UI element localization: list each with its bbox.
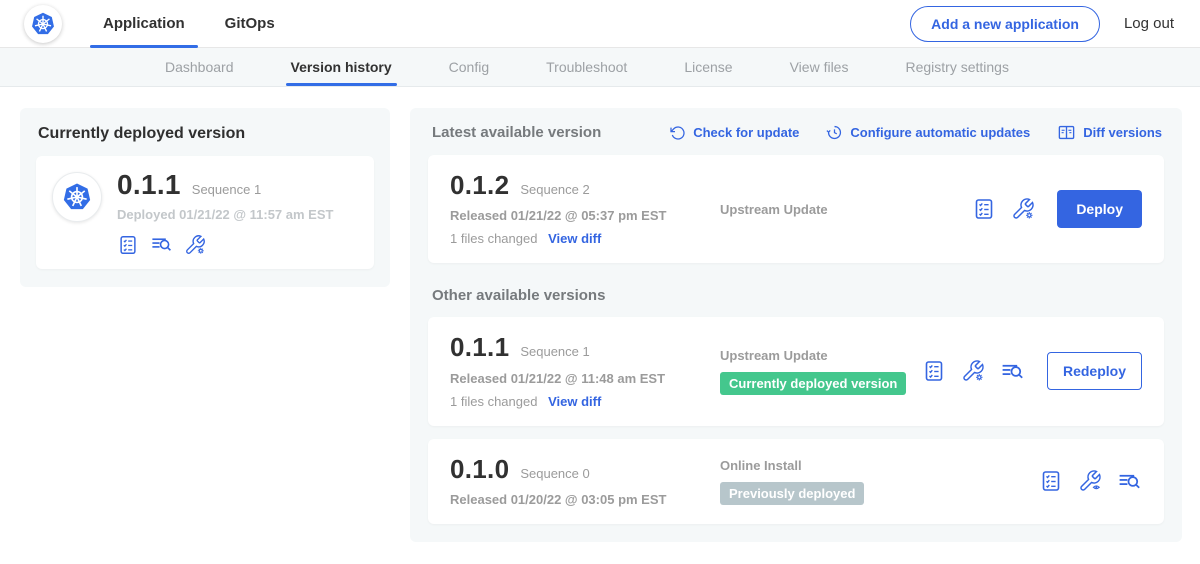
version-card-0-1-0: 0.1.0 Sequence 0 Released 01/20/22 @ 03:… [428, 439, 1164, 524]
deployed-version-info: 0.1.1 Sequence 1 Deployed 01/21/22 @ 11:… [117, 170, 333, 256]
preflight-checklist-icon[interactable] [922, 359, 946, 383]
deploy-button[interactable]: Deploy [1057, 190, 1142, 228]
main-content: Currently deployed version 0.1.1 Sequenc… [0, 87, 1200, 542]
previously-deployed-badge: Previously deployed [720, 482, 864, 505]
tab-gitops[interactable]: GitOps [212, 0, 288, 48]
version-number: 0.1.2 [450, 172, 509, 199]
schedule-update-icon [826, 124, 843, 141]
subnav: Dashboard Version history Config Trouble… [0, 48, 1200, 87]
subnav-item-view-files[interactable]: View files [790, 48, 849, 86]
tab-application-label: Application [103, 15, 185, 32]
view-config-icon[interactable] [1078, 469, 1102, 493]
version-actions: Deploy [972, 190, 1142, 228]
other-versions-title: Other available versions [432, 287, 1162, 304]
check-for-update-link[interactable]: Check for update [670, 125, 799, 141]
version-source: Upstream Update Currently deployed versi… [698, 348, 922, 395]
configure-automatic-updates-label: Configure automatic updates [850, 125, 1030, 140]
subnav-item-registry-settings[interactable]: Registry settings [905, 48, 1008, 86]
released-date: Released 01/21/22 @ 05:37 pm EST [450, 208, 698, 223]
kubernetes-logo [24, 5, 62, 43]
subnav-item-license[interactable]: License [684, 48, 732, 86]
deployed-date: Deployed 01/21/22 @ 11:57 am EST [117, 207, 333, 222]
version-history-panel: Latest available version Check for updat… [410, 108, 1182, 542]
app-icon [52, 172, 102, 222]
deployed-panel-title: Currently deployed version [38, 125, 374, 143]
version-info: 0.1.1 Sequence 1 Released 01/21/22 @ 11:… [450, 334, 698, 408]
check-for-update-label: Check for update [693, 125, 799, 140]
deploy-logs-icon[interactable] [1000, 359, 1025, 384]
latest-version-title: Latest available version [432, 124, 601, 141]
deployed-actions [117, 233, 333, 256]
source-label: Upstream Update [720, 202, 972, 217]
edit-config-icon[interactable] [961, 359, 985, 383]
preflight-checklist-icon[interactable] [972, 197, 996, 221]
app-tabs: Application GitOps [90, 0, 288, 48]
version-source: Upstream Update [698, 202, 972, 217]
subnav-item-config[interactable]: Config [449, 48, 489, 86]
version-info: 0.1.0 Sequence 0 Released 01/20/22 @ 03:… [450, 456, 698, 507]
view-diff-link[interactable]: View diff [548, 394, 601, 409]
diff-versions-link[interactable]: Diff versions [1057, 123, 1162, 142]
view-diff-link[interactable]: View diff [548, 231, 601, 246]
released-date: Released 01/21/22 @ 11:48 am EST [450, 371, 698, 386]
source-label: Upstream Update [720, 348, 922, 363]
currently-deployed-panel: Currently deployed version 0.1.1 Sequenc… [20, 108, 390, 287]
topbar-right: Add a new application Log out [910, 6, 1174, 42]
deployed-version-number: 0.1.1 [117, 170, 181, 199]
tab-application[interactable]: Application [90, 0, 198, 48]
panel-actions: Check for update Configure automatic upd… [670, 123, 1162, 142]
version-number: 0.1.0 [450, 456, 509, 483]
redeploy-button[interactable]: Redeploy [1047, 352, 1142, 390]
preflight-checklist-icon[interactable] [1039, 469, 1063, 493]
version-number: 0.1.1 [450, 334, 509, 361]
source-label: Online Install [720, 458, 1039, 473]
tab-gitops-label: GitOps [225, 15, 275, 32]
files-changed-row: 1 files changed View diff [450, 394, 698, 409]
preflight-checklist-icon[interactable] [117, 234, 139, 256]
diff-versions-label: Diff versions [1083, 125, 1162, 140]
edit-config-icon[interactable] [1011, 197, 1035, 221]
logout-button[interactable]: Log out [1124, 15, 1174, 32]
top-header: Application GitOps Add a new application… [0, 0, 1200, 48]
sequence-label: Sequence 2 [520, 182, 589, 197]
latest-version-header: Latest available version Check for updat… [428, 121, 1164, 142]
version-card-0-1-1: 0.1.1 Sequence 1 Released 01/21/22 @ 11:… [428, 317, 1164, 425]
edit-config-icon[interactable] [184, 234, 206, 256]
sequence-label: Sequence 0 [520, 466, 589, 481]
deploy-logs-icon[interactable] [1117, 469, 1142, 494]
add-application-button[interactable]: Add a new application [910, 6, 1100, 42]
version-actions [1039, 469, 1142, 494]
version-card-0-1-2: 0.1.2 Sequence 2 Released 01/21/22 @ 05:… [428, 155, 1164, 263]
deployed-version-card: 0.1.1 Sequence 1 Deployed 01/21/22 @ 11:… [36, 156, 374, 269]
files-changed-row: 1 files changed View diff [450, 231, 698, 246]
subnav-item-troubleshoot[interactable]: Troubleshoot [546, 48, 627, 86]
subnav-item-version-history[interactable]: Version history [291, 48, 392, 86]
files-changed-label: 1 files changed [450, 394, 537, 409]
released-date: Released 01/20/22 @ 03:05 pm EST [450, 492, 698, 507]
version-source: Online Install Previously deployed [698, 458, 1039, 505]
subnav-item-dashboard[interactable]: Dashboard [165, 48, 234, 86]
refresh-icon [670, 125, 686, 141]
deployed-sequence-label: Sequence 1 [192, 182, 261, 197]
version-actions: Redeploy [922, 352, 1142, 390]
currently-deployed-badge: Currently deployed version [720, 372, 906, 395]
configure-automatic-updates-link[interactable]: Configure automatic updates [826, 124, 1030, 141]
deploy-logs-icon[interactable] [150, 233, 173, 256]
version-info: 0.1.2 Sequence 2 Released 01/21/22 @ 05:… [450, 172, 698, 246]
sequence-label: Sequence 1 [520, 344, 589, 359]
files-changed-label: 1 files changed [450, 231, 537, 246]
diff-icon [1057, 123, 1076, 142]
